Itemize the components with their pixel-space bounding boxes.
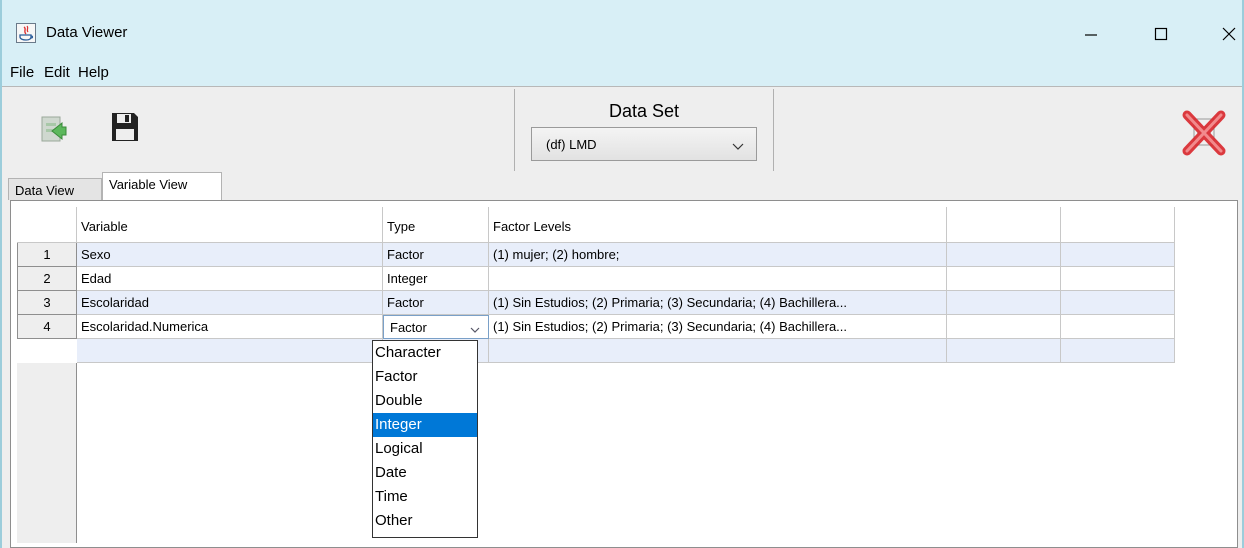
java-app-icon bbox=[16, 23, 36, 43]
table-row[interactable]: 1 Sexo Factor (1) mujer; (2) hombre; bbox=[17, 243, 1175, 267]
tab-variable-view[interactable]: Variable View bbox=[102, 172, 222, 200]
tab-data-view[interactable]: Data View bbox=[8, 178, 102, 200]
menu-bar: File Edit Help bbox=[2, 62, 1242, 86]
menu-help[interactable]: Help bbox=[78, 64, 109, 81]
header-variable[interactable]: Variable bbox=[77, 207, 383, 243]
row-number[interactable]: 2 bbox=[17, 267, 77, 291]
header-corner bbox=[17, 207, 77, 243]
extra-cell[interactable] bbox=[947, 315, 1061, 339]
open-data-icon bbox=[41, 116, 67, 142]
type-cell[interactable]: Factor bbox=[383, 291, 489, 315]
extra-cell[interactable] bbox=[1061, 243, 1175, 267]
type-option-character[interactable]: Character bbox=[373, 341, 477, 365]
type-option-factor[interactable]: Factor bbox=[373, 365, 477, 389]
extra-cell[interactable] bbox=[947, 291, 1061, 315]
variable-cell[interactable]: Escolaridad.Numerica bbox=[77, 315, 383, 339]
type-option-time[interactable]: Time bbox=[373, 485, 477, 509]
minimize-button[interactable] bbox=[1068, 14, 1114, 54]
dataset-label: Data Set bbox=[608, 101, 680, 121]
extra-cell[interactable] bbox=[947, 267, 1061, 291]
toolbar: Data Set (df) LMD bbox=[2, 86, 1242, 172]
factor-levels-cell[interactable] bbox=[489, 339, 947, 363]
type-option-date[interactable]: Date bbox=[373, 461, 477, 485]
extra-cell[interactable] bbox=[947, 243, 1061, 267]
header-extra-2[interactable] bbox=[1061, 207, 1175, 243]
factor-levels-cell[interactable]: (1) mujer; (2) hombre; bbox=[489, 243, 947, 267]
menu-file[interactable]: File bbox=[10, 64, 34, 81]
dataset-panel: Data Set (df) LMD bbox=[514, 89, 774, 171]
table-row[interactable]: 2 Edad Integer bbox=[17, 267, 1175, 291]
header-factor-levels[interactable]: Factor Levels bbox=[489, 207, 947, 243]
type-cell[interactable]: Factor bbox=[383, 243, 489, 267]
open-data-button[interactable] bbox=[38, 113, 68, 145]
factor-levels-cell[interactable]: (1) Sin Estudios; (2) Primaria; (3) Secu… bbox=[489, 291, 947, 315]
table-header: Variable Type Factor Levels bbox=[17, 207, 1175, 243]
type-option-integer[interactable]: Integer bbox=[373, 413, 477, 437]
save-button[interactable] bbox=[110, 111, 140, 143]
header-type[interactable]: Type bbox=[383, 207, 489, 243]
variable-cell[interactable] bbox=[77, 339, 383, 363]
variable-cell[interactable]: Edad bbox=[77, 267, 383, 291]
close-dataset-button[interactable] bbox=[1182, 109, 1226, 157]
close-window-button[interactable] bbox=[1206, 14, 1244, 54]
type-option-other[interactable]: Other bbox=[373, 509, 477, 533]
chevron-down-icon bbox=[732, 139, 744, 154]
type-dropdown-list: Character Factor Double Integer Logical … bbox=[372, 340, 478, 538]
title-bar: Data Viewer bbox=[2, 0, 1242, 64]
view-tabs: Data View Variable View bbox=[2, 172, 1242, 200]
factor-levels-cell[interactable] bbox=[489, 267, 947, 291]
chevron-down-icon bbox=[470, 322, 480, 337]
extra-cell[interactable] bbox=[947, 339, 1061, 363]
row-header-filler bbox=[17, 363, 77, 543]
factor-levels-cell[interactable]: (1) Sin Estudios; (2) Primaria; (3) Secu… bbox=[489, 315, 947, 339]
row-number[interactable]: 4 bbox=[17, 315, 77, 339]
extra-cell[interactable] bbox=[1061, 291, 1175, 315]
extra-cell[interactable] bbox=[1061, 267, 1175, 291]
type-option-double[interactable]: Double bbox=[373, 389, 477, 413]
type-combo-value: Factor bbox=[390, 320, 427, 335]
header-extra-1[interactable] bbox=[947, 207, 1061, 243]
floppy-disk-icon bbox=[112, 113, 138, 141]
row-number[interactable]: 3 bbox=[17, 291, 77, 315]
extra-cell[interactable] bbox=[1061, 339, 1175, 363]
variable-cell[interactable]: Escolaridad bbox=[77, 291, 383, 315]
dataset-select[interactable]: (df) LMD bbox=[531, 127, 757, 161]
data-viewer-window: Data Viewer File Edit Help Data Set (df)… bbox=[0, 0, 1244, 548]
table-row[interactable]: 4 Escolaridad.Numerica Factor (1) Sin Es… bbox=[17, 315, 1175, 339]
type-combo-editor[interactable]: Factor bbox=[383, 315, 489, 339]
window-title: Data Viewer bbox=[46, 24, 128, 41]
extra-cell[interactable] bbox=[1061, 315, 1175, 339]
variable-table-panel: Variable Type Factor Levels 1 Sexo Facto… bbox=[10, 200, 1238, 548]
delete-dataset-icon bbox=[1182, 110, 1226, 156]
variable-cell[interactable]: Sexo bbox=[77, 243, 383, 267]
type-option-logical[interactable]: Logical bbox=[373, 437, 477, 461]
empty-table-row[interactable] bbox=[17, 339, 1175, 363]
type-cell[interactable]: Integer bbox=[383, 267, 489, 291]
maximize-button[interactable] bbox=[1138, 14, 1184, 54]
table-row[interactable]: 3 Escolaridad Factor (1) Sin Estudios; (… bbox=[17, 291, 1175, 315]
menu-edit[interactable]: Edit bbox=[44, 64, 70, 81]
dataset-selected-value: (df) LMD bbox=[546, 137, 597, 152]
row-number[interactable]: 1 bbox=[17, 243, 77, 267]
